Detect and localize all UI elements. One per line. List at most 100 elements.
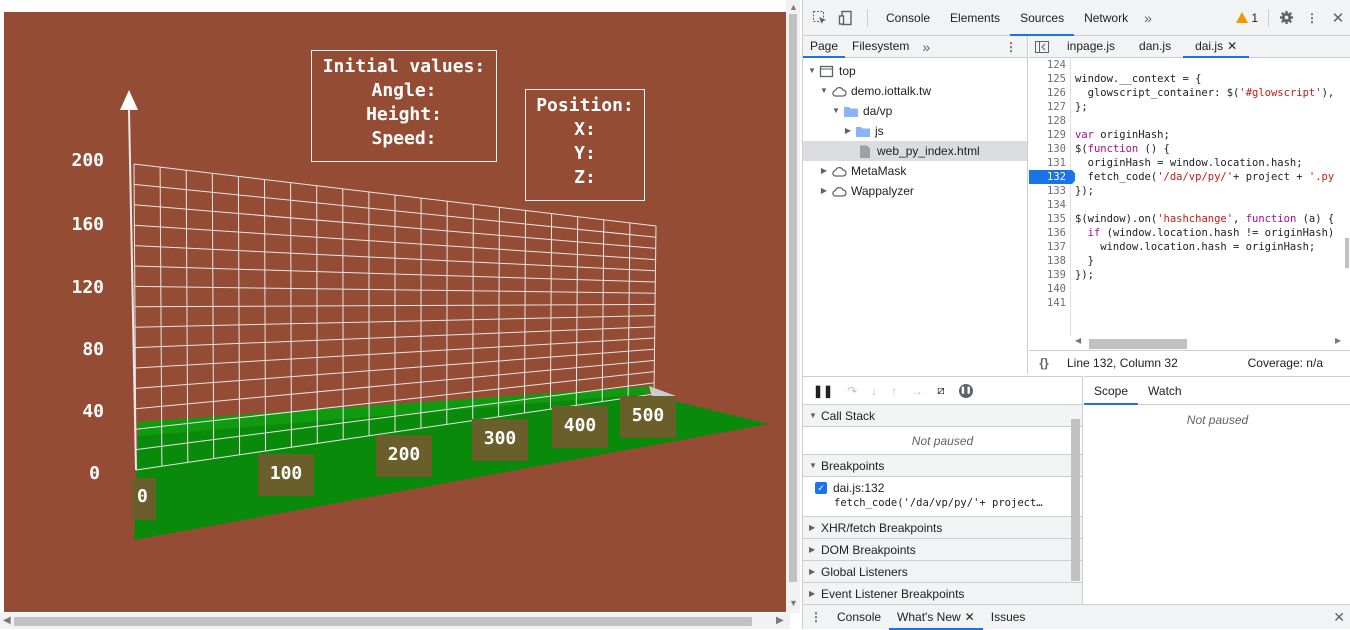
customize-menu-icon[interactable]: ⋮	[1299, 5, 1325, 31]
page-horizontal-scrollbar[interactable]: ◀ ▶	[0, 613, 790, 629]
devtools-main-toolbar: Console Elements Sources Network » 1 ⋮ ✕	[803, 0, 1350, 36]
file-tab-dan[interactable]: dan.js	[1127, 36, 1183, 58]
tab-elements[interactable]: Elements	[940, 0, 1010, 36]
scroll-down-icon[interactable]: ▼	[789, 598, 798, 608]
warnings-counter[interactable]: 1	[1236, 11, 1268, 25]
scrollbar-thumb[interactable]	[14, 617, 752, 626]
tree-item-folder[interactable]: ▼ da/vp	[803, 101, 1027, 121]
scrollbar-thumb[interactable]	[1071, 419, 1080, 581]
drawer-tab-whats-new[interactable]: What's New✕	[889, 605, 983, 630]
breakpoints-header[interactable]: ▼ Breakpoints	[803, 455, 1082, 477]
close-drawer-icon[interactable]: ✕	[1333, 609, 1350, 626]
tree-item-extension[interactable]: ▶ Wappalyzer	[803, 181, 1027, 201]
pause-on-exceptions-icon[interactable]: ❚❚	[959, 384, 973, 398]
pretty-print-icon[interactable]: {}	[1029, 356, 1059, 370]
code-line-breakpoint: fetch_code('/da/vp/py/'+ project + '.py	[1075, 170, 1350, 184]
step-icon[interactable]: →	[911, 384, 923, 398]
device-toolbar-icon[interactable]	[833, 5, 859, 31]
close-devtools-icon[interactable]: ✕	[1325, 5, 1350, 31]
collapse-arrow-icon[interactable]: ▶	[819, 161, 829, 181]
line-number[interactable]: 138	[1029, 254, 1070, 268]
more-navigator-tabs-icon[interactable]: »	[916, 39, 936, 55]
tab-sources[interactable]: Sources	[1010, 0, 1074, 36]
code-lines[interactable]: window.__context = { glowscript_containe…	[1075, 58, 1350, 310]
line-number[interactable]: 133	[1029, 184, 1070, 198]
scroll-right-icon[interactable]: ▶	[1335, 336, 1341, 345]
drawer-menu-icon[interactable]: ⋮	[803, 610, 829, 624]
breakpoint-checkbox[interactable]: ✓	[815, 482, 827, 494]
close-tab-icon[interactable]: ✕	[1227, 39, 1237, 53]
xhr-breakpoints-header[interactable]: ▶ XHR/fetch Breakpoints	[803, 517, 1082, 539]
more-tabs-icon[interactable]: »	[1138, 10, 1158, 26]
call-stack-header[interactable]: ▼ Call Stack	[803, 405, 1082, 427]
line-number[interactable]: 136	[1029, 226, 1070, 240]
tree-item-folder[interactable]: ▶ js	[803, 121, 1027, 141]
expand-arrow-icon[interactable]: ▼	[807, 61, 817, 81]
global-listeners-header[interactable]: ▶ Global Listeners	[803, 561, 1082, 583]
scroll-left-icon[interactable]: ◀	[3, 615, 11, 626]
breakpoint-marker[interactable]: 132	[1029, 170, 1078, 184]
code-vertical-scrollbar[interactable]	[1345, 58, 1350, 258]
tab-watch[interactable]: Watch	[1138, 377, 1192, 405]
step-over-icon[interactable]: ↷	[847, 384, 857, 398]
drawer-tab-console[interactable]: Console	[829, 605, 889, 630]
tree-item-label: demo.iottalk.tw	[851, 81, 931, 101]
tab-filesystem[interactable]: Filesystem	[845, 36, 916, 58]
section-label: DOM Breakpoints	[821, 539, 916, 561]
line-number[interactable]: 130	[1029, 142, 1070, 156]
collapse-arrow-icon[interactable]: ▶	[819, 181, 829, 201]
line-number[interactable]: 125	[1029, 72, 1070, 86]
tab-console[interactable]: Console	[876, 0, 940, 36]
tree-item-domain[interactable]: ▼ demo.iottalk.tw	[803, 81, 1027, 101]
code-line	[1075, 114, 1350, 128]
line-number[interactable]: 139	[1029, 268, 1070, 282]
line-gutter[interactable]: 124 125 126 127 128 129 130 131 132 133 …	[1029, 58, 1071, 336]
line-number[interactable]: 129	[1029, 128, 1070, 142]
tree-item-file[interactable]: web_py_index.html	[803, 141, 1027, 161]
expand-arrow-icon[interactable]: ▼	[831, 101, 841, 121]
line-number[interactable]: 137	[1029, 240, 1070, 254]
navigator-menu-icon[interactable]: ⋮	[1005, 40, 1027, 54]
line-number[interactable]: 126	[1029, 86, 1070, 100]
collapse-arrow-icon: ▶	[809, 539, 821, 561]
scrollbar-thumb[interactable]	[789, 14, 797, 582]
scroll-left-icon[interactable]: ◀	[1075, 336, 1081, 345]
step-out-icon[interactable]: ↑	[891, 384, 897, 398]
expand-arrow-icon[interactable]: ▼	[819, 81, 829, 101]
code-horizontal-scrollbar[interactable]: ◀ ▶	[1075, 336, 1345, 350]
scroll-up-icon[interactable]: ▲	[789, 2, 798, 12]
tab-network[interactable]: Network	[1074, 0, 1138, 36]
settings-gear-icon[interactable]	[1273, 5, 1299, 31]
pause-icon[interactable]: ❚❚	[813, 384, 833, 398]
tab-page[interactable]: Page	[803, 36, 845, 58]
debugger-scrollbar[interactable]	[1069, 407, 1081, 603]
line-number[interactable]: 135	[1029, 212, 1070, 226]
scrollbar-thumb[interactable]	[1345, 238, 1349, 268]
line-number[interactable]: 127	[1029, 100, 1070, 114]
file-tab-dai[interactable]: dai.js✕	[1183, 36, 1249, 58]
dom-breakpoints-header[interactable]: ▶ DOM Breakpoints	[803, 539, 1082, 561]
event-listener-breakpoints-header[interactable]: ▶ Event Listener Breakpoints	[803, 583, 1082, 605]
line-number[interactable]: 124	[1029, 58, 1070, 72]
drawer-tab-issues[interactable]: Issues	[983, 605, 1034, 630]
line-number[interactable]: 128	[1029, 114, 1070, 128]
close-tab-icon[interactable]: ✕	[965, 610, 975, 624]
collapse-arrow-icon[interactable]: ▶	[843, 121, 853, 141]
scrollbar-thumb[interactable]	[1089, 339, 1187, 349]
line-number[interactable]: 140	[1029, 282, 1070, 296]
toggle-navigator-icon[interactable]	[1029, 34, 1055, 60]
file-tab-inpage[interactable]: inpage.js	[1055, 36, 1127, 58]
tree-item-extension[interactable]: ▶ MetaMask	[803, 161, 1027, 181]
line-number[interactable]: 134	[1029, 198, 1070, 212]
step-into-icon[interactable]: ↓	[871, 384, 877, 398]
inspect-element-icon[interactable]	[807, 5, 833, 31]
code-view[interactable]: 124 125 126 127 128 129 130 131 132 133 …	[1029, 58, 1350, 336]
scroll-right-icon[interactable]: ▶	[776, 615, 784, 626]
page-vertical-scrollbar[interactable]: ▲ ▼	[786, 0, 800, 613]
line-number[interactable]: 141	[1029, 296, 1070, 310]
tab-scope[interactable]: Scope	[1084, 377, 1138, 405]
line-number[interactable]: 131	[1029, 156, 1070, 170]
tree-item-top[interactable]: ▼ top	[803, 61, 1027, 81]
breakpoint-entry[interactable]: ✓ dai.js:132 fetch_code('/da/vp/py/'+ pr…	[803, 477, 1082, 517]
deactivate-breakpoints-icon[interactable]: ⧄	[937, 383, 945, 398]
